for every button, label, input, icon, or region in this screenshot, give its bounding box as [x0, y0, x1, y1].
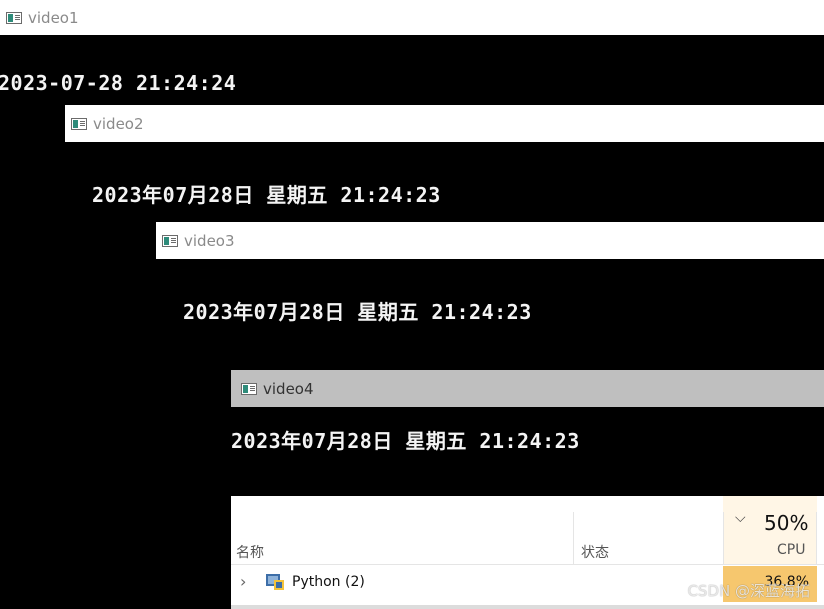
clock-text: 2023年07月28日 星期五 21:24:23: [231, 429, 580, 453]
chevron-down-icon[interactable]: ⌵: [735, 510, 746, 526]
column-header-name[interactable]: 名称: [236, 542, 264, 562]
panel-bottom-border: [231, 605, 824, 609]
app-window-icon: [6, 11, 22, 24]
header-divider: [231, 564, 824, 565]
titlebar-video3[interactable]: video3: [156, 222, 824, 259]
watermark: CSDN @深蓝海拓: [687, 582, 810, 600]
window-title: video3: [184, 231, 235, 250]
column-header-status[interactable]: 状态: [581, 542, 609, 562]
chevron-right-icon[interactable]: ›: [240, 572, 246, 591]
app-window-icon: [71, 117, 87, 130]
clock-text: 2023年07月28日 星期五 21:24:23: [92, 183, 441, 207]
column-divider[interactable]: [573, 512, 574, 564]
titlebar-video2[interactable]: video2: [65, 105, 824, 142]
column-divider[interactable]: [723, 512, 724, 564]
clock-text: 2023-07-28 21:24:24: [0, 71, 237, 95]
window-title: video4: [263, 379, 314, 398]
python-icon: [266, 574, 284, 590]
window-title: video1: [28, 8, 79, 27]
app-window-icon: [162, 234, 178, 247]
cpu-total-percent: 50%: [764, 511, 809, 535]
clock-text: 2023年07月28日 星期五 21:24:23: [183, 300, 532, 324]
window-title: video2: [93, 114, 144, 133]
process-name: Python (2): [292, 574, 365, 590]
column-divider[interactable]: [816, 512, 817, 564]
app-window-icon: [241, 382, 257, 395]
titlebar-video4[interactable]: video4: [231, 370, 824, 407]
column-header-cpu[interactable]: CPU: [777, 542, 805, 558]
titlebar-video1[interactable]: video1: [0, 0, 824, 35]
